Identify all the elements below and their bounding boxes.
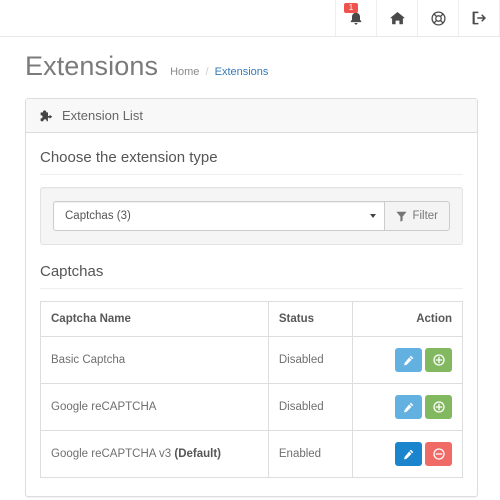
filter-well: Captchas (3) Filter	[40, 187, 463, 245]
install-button[interactable]	[425, 395, 452, 419]
logout-button[interactable]	[458, 0, 500, 36]
home-icon	[389, 11, 405, 25]
breadcrumb-extensions-link[interactable]: Extensions	[215, 66, 269, 78]
pencil-edit-icon	[403, 355, 414, 366]
plus-circle-icon	[432, 401, 445, 413]
captcha-table-head: Captcha Name Status Action	[40, 301, 463, 337]
filter-funnel-icon	[396, 211, 408, 222]
action-button-group	[395, 395, 452, 419]
support-button[interactable]	[417, 0, 458, 36]
column-header-captcha-name: Captcha Name	[40, 301, 269, 337]
notifications-bell-button[interactable]: 1	[335, 0, 376, 36]
edit-button[interactable]	[395, 348, 422, 372]
notification-count-badge: 1	[344, 3, 358, 13]
captcha-name-text: Google reCAPTCHA v3	[51, 448, 175, 460]
edit-button[interactable]	[395, 395, 422, 419]
chevron-down-icon	[370, 214, 377, 218]
column-header-status: Status	[267, 301, 354, 337]
cell-status: Enabled	[267, 430, 354, 478]
cell-captcha-name: Basic Captcha	[40, 336, 269, 384]
header-spacer	[0, 0, 335, 36]
minus-circle-icon	[432, 448, 445, 460]
support-lifebuoy-icon	[430, 10, 446, 26]
captcha-name-text: Basic Captcha	[51, 354, 126, 366]
cell-status: Disabled	[267, 336, 354, 384]
table-row: Basic Captcha Disabled	[40, 336, 463, 384]
page-title: Extensions	[25, 51, 159, 81]
table-header-row: Captcha Name Status Action	[40, 301, 463, 337]
filter-input-group: Captchas (3) Filter	[53, 201, 450, 231]
logout-icon	[472, 11, 487, 25]
column-header-action: Action	[352, 301, 463, 337]
action-button-group	[395, 348, 452, 372]
uninstall-button[interactable]	[425, 442, 452, 466]
install-button[interactable]	[425, 348, 452, 372]
action-button-group	[395, 442, 452, 466]
captchas-list-title: Captchas	[40, 263, 104, 280]
panel-heading-label: Extension List	[62, 108, 143, 123]
breadcrumb-home-link[interactable]: Home	[170, 66, 199, 78]
captcha-name-default-tag: (Default)	[174, 448, 221, 460]
filter-button-label: Filter	[412, 210, 438, 222]
cell-actions	[352, 336, 463, 384]
cell-actions	[352, 430, 463, 478]
section-divider	[40, 174, 463, 175]
captcha-table-body: Basic Captcha Disabled Google reCAPTCHA …	[40, 336, 463, 478]
cell-status: Disabled	[267, 383, 354, 431]
extension-type-selected-value: Captchas (3)	[65, 210, 131, 222]
cell-captcha-name: Google reCAPTCHA v3 (Default)	[40, 430, 269, 478]
breadcrumb: Home / Extensions	[170, 66, 268, 78]
extension-type-select[interactable]: Captchas (3)	[53, 201, 385, 231]
choose-extension-type-title: Choose the extension type	[40, 149, 218, 166]
captcha-table: Captcha Name Status Action Basic Captcha…	[40, 301, 463, 478]
cell-actions	[352, 383, 463, 431]
storefront-home-button[interactable]	[376, 0, 417, 36]
panel-body: Choose the extension type Captchas (3) F…	[26, 133, 477, 496]
filter-button[interactable]: Filter	[384, 201, 450, 231]
puzzle-piece-icon	[40, 109, 53, 122]
extension-list-panel: Extension List Choose the extension type…	[25, 98, 478, 497]
breadcrumb-separator: /	[205, 66, 209, 78]
cell-captcha-name: Google reCAPTCHA	[40, 383, 269, 431]
table-row: Google reCAPTCHA v3 (Default) Enabled	[40, 430, 463, 478]
pencil-edit-icon	[403, 449, 414, 460]
captcha-name-text: Google reCAPTCHA	[51, 401, 157, 413]
pencil-edit-icon	[403, 402, 414, 413]
page-header: Extensions Home / Extensions	[0, 37, 500, 92]
plus-circle-icon	[432, 354, 445, 366]
table-row: Google reCAPTCHA Disabled	[40, 383, 463, 431]
top-header-bar: 1	[0, 0, 500, 37]
panel-heading: Extension List	[26, 99, 477, 133]
list-divider	[40, 288, 463, 289]
edit-button[interactable]	[395, 442, 422, 466]
